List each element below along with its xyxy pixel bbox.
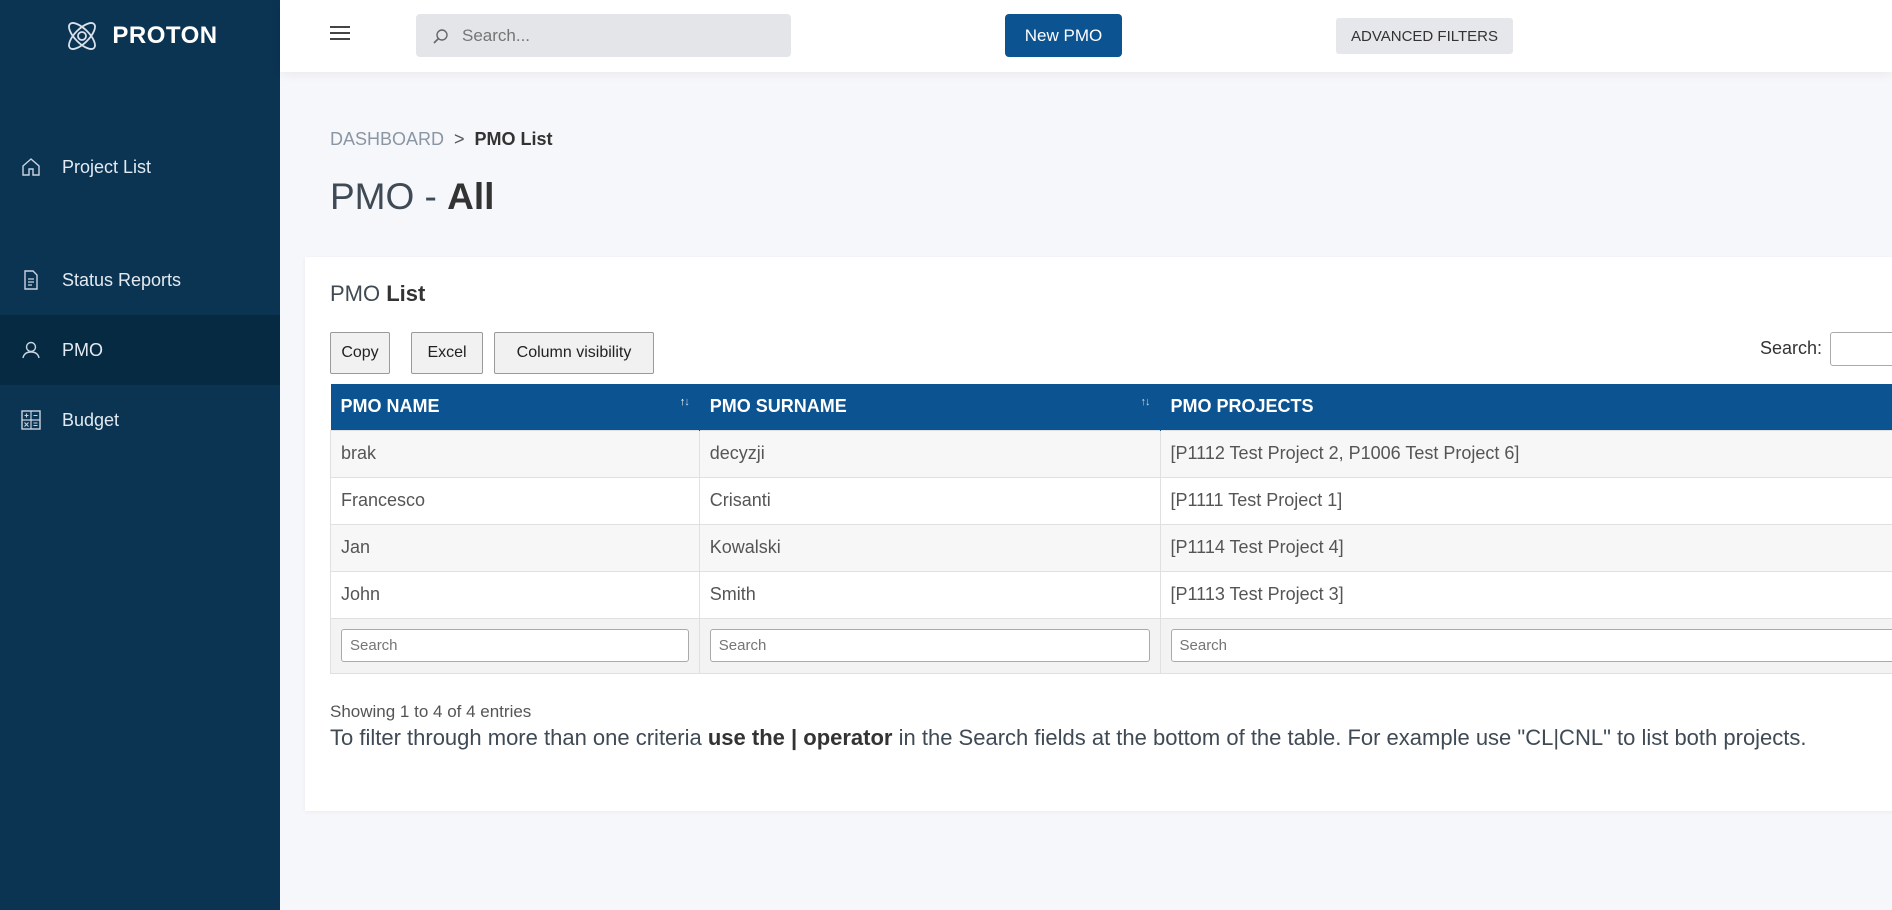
copy-button[interactable]: Copy xyxy=(330,332,390,374)
column-header-label: PMO PROJECTS xyxy=(1170,396,1314,417)
hint-operator: use the | operator xyxy=(707,725,893,750)
sidebar-item-label: Project List xyxy=(62,156,152,177)
sidebar: PROTON Project List Status Reports PMO B… xyxy=(0,0,280,910)
excel-button[interactable]: Excel xyxy=(411,332,483,374)
filter-pmo-name-input[interactable] xyxy=(341,629,689,662)
atom-icon xyxy=(68,22,97,50)
page-title-prefix: PMO - xyxy=(330,176,448,217)
table-search-label: Search: xyxy=(1760,338,1823,358)
sort-asc-icon: ↑↓ xyxy=(679,396,690,408)
search-input[interactable] xyxy=(462,25,762,46)
breadcrumb-separator: > xyxy=(454,129,465,149)
cell-pmo-surname: Kowalski xyxy=(698,523,1161,572)
pmo-table: PMO NAME ↑↓ PMO SURNAME ↑↓ PMO PROJECTS br… xyxy=(330,384,1892,674)
filter-pmo-projects-input[interactable] xyxy=(1170,629,1892,662)
sidebar-item-label: Status Reports xyxy=(62,269,182,290)
table-header-row: PMO NAME ↑↓ PMO SURNAME ↑↓ PMO PROJECTS xyxy=(330,384,1892,430)
cell-pmo-name: Jan xyxy=(330,523,700,572)
card-title-prefix: PMO xyxy=(330,281,387,306)
sidebar-item-budget[interactable]: Budget xyxy=(0,385,280,455)
new-pmo-button[interactable]: New PMO xyxy=(1005,14,1122,57)
document-icon xyxy=(20,269,42,291)
cell-pmo-name: brak xyxy=(330,429,700,478)
sidebar-item-project-list[interactable]: Project List xyxy=(0,132,280,202)
search-icon xyxy=(433,28,448,44)
cell-pmo-name: John xyxy=(330,570,700,619)
filter-cell xyxy=(698,617,1161,674)
cell-pmo-name: Francesco xyxy=(330,476,700,525)
column-header-pmo-surname[interactable]: PMO SURNAME ↑↓ xyxy=(699,384,1161,430)
filter-pmo-surname-input[interactable] xyxy=(709,629,1150,662)
hint-text: To filter through more than one criteria xyxy=(330,725,708,750)
sidebar-item-status-reports[interactable]: Status Reports xyxy=(0,245,280,315)
table-search-input[interactable] xyxy=(1830,332,1892,366)
user-icon xyxy=(20,339,42,361)
column-visibility-button[interactable]: Column visibility xyxy=(494,332,654,374)
sort-icon: ↑↓ xyxy=(1140,396,1151,408)
column-header-label: PMO SURNAME xyxy=(709,396,847,417)
card-title-bold: List xyxy=(386,281,426,306)
hamburger-menu-icon[interactable] xyxy=(330,22,354,46)
table-filter-row xyxy=(330,617,1892,674)
page-title-bold: All xyxy=(447,176,495,217)
filter-cell xyxy=(330,617,700,674)
card-title: PMO List xyxy=(330,281,425,307)
advanced-filters-button[interactable]: ADVANCED FILTERS xyxy=(1336,18,1513,54)
column-header-pmo-name[interactable]: PMO NAME ↑↓ xyxy=(330,384,700,430)
cell-pmo-projects: [P1112 Test Project 2, P1006 Test Projec… xyxy=(1159,429,1892,478)
breadcrumb-dashboard-link[interactable]: DASHBOARD xyxy=(330,129,444,149)
topbar: New PMO ADVANCED FILTERS xyxy=(280,0,1892,72)
calculator-icon xyxy=(20,409,42,431)
table-row[interactable]: John Smith [P1113 Test Project 3] xyxy=(330,570,1892,619)
hint-text-end: in the Search fields at the bottom of th… xyxy=(892,725,1807,750)
sidebar-item-label: PMO xyxy=(62,339,104,360)
cell-pmo-surname: Smith xyxy=(698,570,1161,619)
table-row[interactable]: brak decyzji [P1112 Test Project 2, P100… xyxy=(330,429,1892,478)
column-header-pmo-projects[interactable]: PMO PROJECTS xyxy=(1160,384,1892,430)
sidebar-item-label: Budget xyxy=(62,409,120,430)
cell-pmo-projects: [P1113 Test Project 3] xyxy=(1159,570,1892,619)
table-row[interactable]: Jan Kowalski [P1114 Test Project 4] xyxy=(330,523,1892,572)
breadcrumb-current: PMO List xyxy=(474,129,553,149)
pmo-list-card: PMO List Copy Excel Column visibility Se… xyxy=(305,257,1892,811)
page-title: PMO - All xyxy=(330,176,494,218)
sidebar-item-pmo[interactable]: PMO xyxy=(0,315,280,385)
cell-pmo-projects: [P1111 Test Project 1] xyxy=(1159,476,1892,525)
brand-name: PROTON xyxy=(112,22,218,49)
table-row[interactable]: Francesco Crisanti [P1111 Test Project 1… xyxy=(330,476,1892,525)
cell-pmo-surname: decyzji xyxy=(698,429,1161,478)
filter-cell xyxy=(1159,617,1892,674)
filter-hint: To filter through more than one criteria… xyxy=(330,724,1892,751)
breadcrumb: DASHBOARD > PMO List xyxy=(330,129,553,150)
cell-pmo-surname: Crisanti xyxy=(698,476,1161,525)
column-header-label: PMO NAME xyxy=(340,396,440,417)
table-info: Showing 1 to 4 of 4 entries xyxy=(330,702,532,721)
home-icon xyxy=(20,156,42,178)
global-search[interactable] xyxy=(416,14,791,57)
brand[interactable]: PROTON xyxy=(0,0,280,72)
cell-pmo-projects: [P1114 Test Project 4] xyxy=(1159,523,1892,572)
